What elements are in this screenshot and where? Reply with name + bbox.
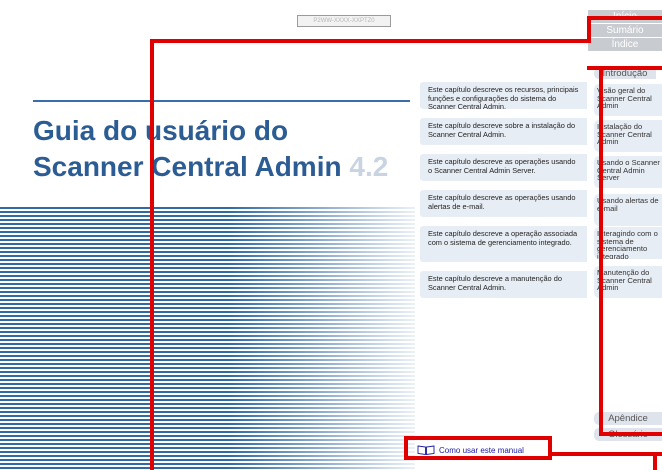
chapter-desc-server: Este capítulo descreve as operações usan… [420,154,587,181]
highlight-top-connector [587,16,591,43]
title-line-2: Scanner Central Admin 4.2 [33,149,388,185]
highlight-sidebar-top [587,16,662,20]
highlight-howto-bottom [404,456,552,460]
nav-sumario-button[interactable]: Sumário [588,24,662,37]
highlight-right-edge [653,452,657,470]
nav-chapter-server[interactable]: Usando o Scanner Central Admin Server [594,156,662,188]
nav-chapter-installation[interactable]: Instalação do Scanner Central Admin [594,120,662,152]
cover-stripes-decoration [0,207,415,470]
highlight-sidebar-bottom [599,432,662,436]
chapter-desc-maintenance: Este capítulo descreve a manutenção do S… [420,271,587,298]
book-icon [417,445,435,455]
highlight-top-edge [150,39,591,43]
highlight-bottom-right-edge [548,452,662,456]
stripes-fade [0,207,415,470]
chapter-desc-overview: Este capítulo descreve os recursos, prin… [420,82,587,109]
document-id-label: P2WW-XXXX-XXPTZ0 [297,15,391,27]
title-version: 4.2 [349,151,389,182]
chapter-desc-integration: Este capítulo descreve a operação associ… [420,226,587,262]
nav-apendice-link[interactable]: Apêndice [594,412,662,425]
title-product: Scanner Central Admin [33,151,342,182]
highlight-howto-top [404,436,552,440]
highlight-left-edge [150,39,154,470]
title-rule [33,100,410,102]
nav-chapter-integration[interactable]: Interagindo com o sistema de gerenciamen… [594,227,662,259]
nav-chapter-maintenance[interactable]: Manutenção do Scanner Central Admin [594,266,662,298]
how-to-use-label: Como usar este manual [439,445,524,455]
chapter-desc-installation: Este capítulo descreve sobre a instalaçã… [420,118,587,145]
nav-chapter-email-alerts[interactable]: Usando alertas de e-mail [594,194,662,226]
highlight-sidebar-left [599,66,603,436]
manual-cover-page: P2WW-XXXX-XXPTZ0 Guia do usuário do Scan… [0,0,662,470]
chapter-desc-email-alerts: Este capítulo descreve as operações usan… [420,190,587,217]
title-line-1: Guia do usuário do [33,115,289,146]
nav-chapter-overview[interactable]: Visão geral do Scanner Central Admin [594,84,662,116]
manual-title: Guia do usuário do Scanner Central Admin… [33,113,388,185]
nav-indice-button[interactable]: Índice [588,38,662,51]
chapter-descriptions: Este capítulo descreve os recursos, prin… [420,82,587,307]
